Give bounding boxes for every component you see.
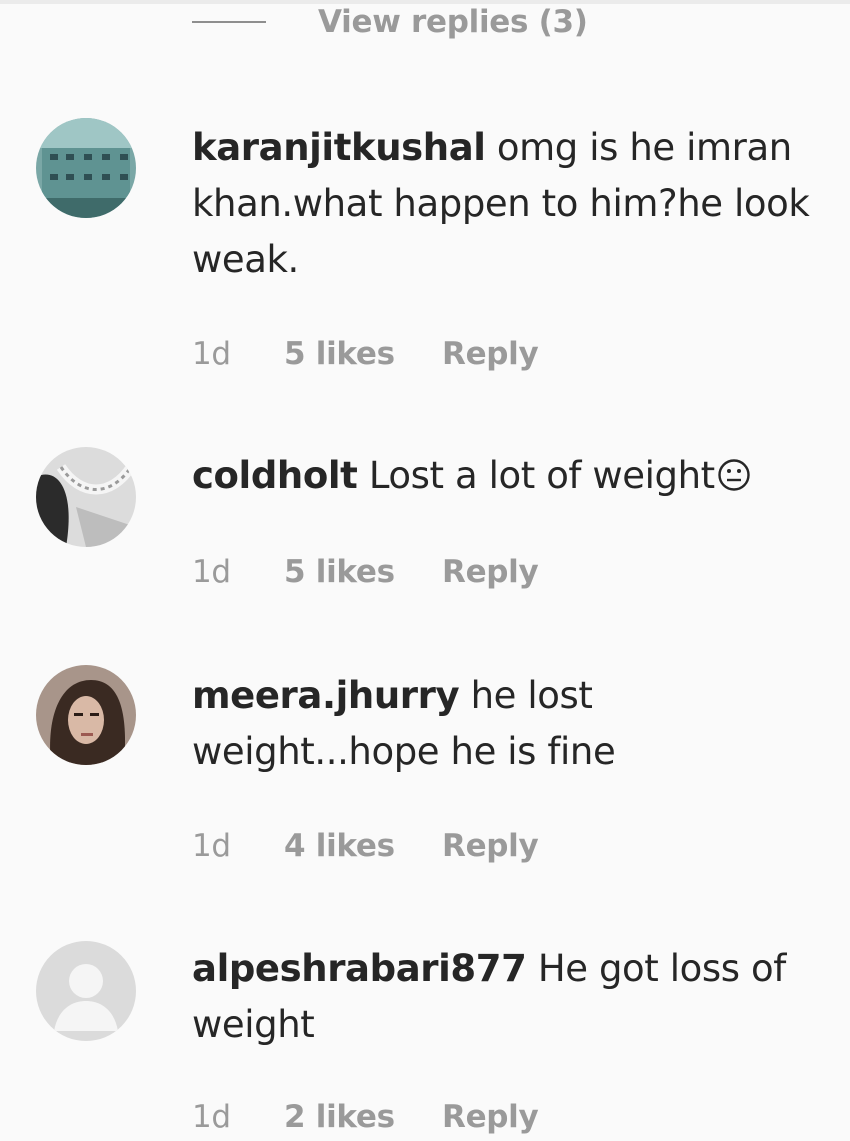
comment-likes[interactable]: 5 likes (284, 554, 442, 590)
comment-text-block: karanjitkushal omg is he imran khan.what… (192, 120, 812, 288)
comment-meta: 1d 5 likes Reply (192, 550, 539, 594)
comment-text-block: meera.jhurry he lost weight...hope he is… (192, 668, 812, 780)
avatar[interactable] (36, 118, 136, 218)
neutral-face-icon (717, 452, 751, 508)
comment-time[interactable]: 1d (192, 336, 284, 372)
avatar[interactable] (36, 665, 136, 765)
replies-divider-line (192, 21, 266, 23)
comment-likes[interactable]: 4 likes (284, 828, 442, 864)
comment-time[interactable]: 1d (192, 554, 284, 590)
comment-text-block: alpeshrabari877 He got loss of weight (192, 941, 812, 1053)
comment-time[interactable]: 1d (192, 1099, 284, 1135)
view-replies-label: View replies (3) (318, 4, 588, 40)
comment-username[interactable]: karanjitkushal (192, 126, 486, 169)
reply-button[interactable]: Reply (442, 336, 539, 372)
view-replies-button[interactable]: View replies (3) (192, 0, 588, 44)
comment-meta: 1d 2 likes Reply (192, 1095, 539, 1139)
avatar[interactable] (36, 941, 136, 1041)
comment-meta: 1d 5 likes Reply (192, 332, 539, 376)
comment-meta: 1d 4 likes Reply (192, 824, 539, 868)
avatar[interactable] (36, 447, 136, 547)
reply-button[interactable]: Reply (442, 828, 539, 864)
comment-text-block: coldholt Lost a lot of weight (192, 448, 812, 508)
comment-username[interactable]: meera.jhurry (192, 674, 460, 717)
comment-time[interactable]: 1d (192, 828, 284, 864)
comment-username[interactable]: coldholt (192, 454, 358, 497)
comment-text: Lost a lot of weight (368, 454, 715, 497)
reply-button[interactable]: Reply (442, 1099, 539, 1135)
comment-likes[interactable]: 2 likes (284, 1099, 442, 1135)
comment-username[interactable]: alpeshrabari877 (192, 947, 527, 990)
comment-likes[interactable]: 5 likes (284, 336, 442, 372)
reply-button[interactable]: Reply (442, 554, 539, 590)
